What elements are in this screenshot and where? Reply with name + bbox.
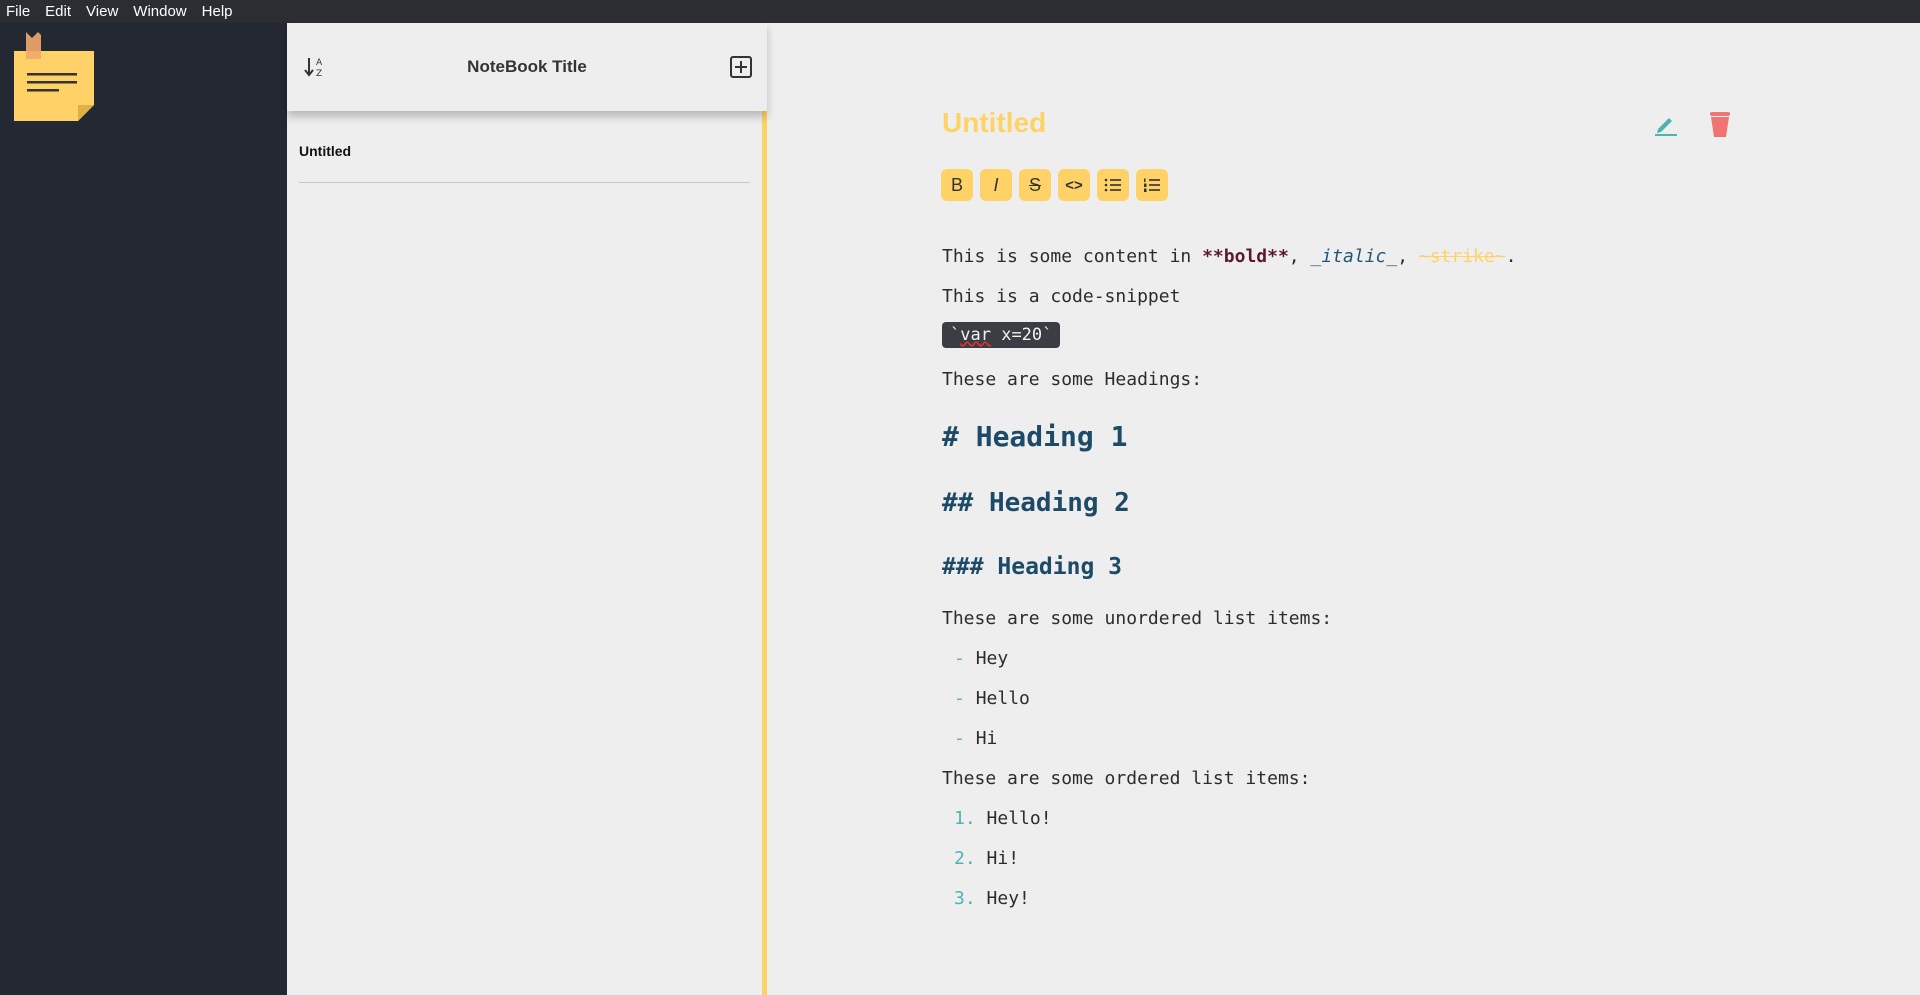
content-line-1: This is some content in **bold**, _itali… [942,246,1516,267]
text-plain: This is some content in [942,246,1203,267]
unordered-list-button[interactable] [1097,169,1129,201]
list-item-text: Hello [975,688,1030,709]
text-period: . [1505,246,1517,267]
content-line-2: This is a code-snippet [942,286,1181,307]
ordered-list-intro: These are some ordered list items: [942,768,1311,789]
list-item-text: Hey! [986,888,1030,909]
ordered-list-button[interactable] [1136,169,1168,201]
menu-view[interactable]: View [86,0,118,23]
unordered-list-icon [1104,178,1121,192]
list-bullet: - [954,728,965,749]
sidebar [0,23,287,995]
add-note-icon[interactable] [728,54,754,80]
italic-button[interactable]: I [980,169,1012,201]
strikethrough-button[interactable]: S [1019,169,1051,201]
list-item-text: Hello! [986,808,1052,829]
heading-2: ## Heading 2 [942,488,1130,518]
svg-text:Z: Z [316,69,322,79]
list-item: - Hi [954,728,997,749]
text-bold: **bold** [1202,246,1289,267]
list-item: 1. Hello! [954,808,1052,829]
trash-icon[interactable] [1706,110,1734,138]
notebook-title: NoteBook Title [467,57,587,76]
list-number: 3. [954,888,976,909]
note-title[interactable]: Untitled [942,107,1046,139]
code-keyword: var [960,325,991,345]
notebook-header: A Z NoteBook Title [287,23,767,111]
text-separator: , [1288,246,1311,267]
menu-help[interactable]: Help [202,0,233,23]
bold-button[interactable]: B [941,169,973,201]
list-item: 2. Hi! [954,848,1019,869]
unordered-list-intro: These are some unordered list items: [942,608,1333,629]
menu-window[interactable]: Window [133,0,186,23]
text-separator: , [1397,246,1419,267]
heading-1: # Heading 1 [942,420,1128,453]
code-tick: ` [950,325,961,345]
list-item-text: Hi [975,728,998,749]
list-bullet: - [954,688,965,709]
menu-file[interactable]: File [6,0,30,23]
strikethrough-label: S [1028,174,1041,195]
code-block: `var x=20` [942,322,1061,348]
code-button[interactable]: <> [1058,169,1090,201]
code-label: <> [1065,176,1083,194]
list-item: - Hey [954,648,1008,669]
sort-az-icon[interactable]: A Z [302,54,328,80]
menu-bar: File Edit View Window Help [0,0,1920,23]
note-list-item-title: Untitled [299,143,352,159]
list-number: 2. [954,848,976,869]
text-strike: ~strike~ [1418,246,1506,267]
ordered-list-icon [1144,178,1160,192]
bold-label: B [950,174,963,195]
note-editor: Untitled B I S <> This is some content i… [767,23,1920,995]
note-list-item[interactable]: Untitled [299,141,750,183]
list-item: 3. Hey! [954,888,1030,909]
menu-edit[interactable]: Edit [45,0,71,23]
note-list-pane: A Z NoteBook Title Untitled [287,23,767,995]
italic-label: I [993,174,999,195]
list-item: - Hello [954,688,1030,709]
format-toolbar: B I S <> [941,169,1175,201]
code-snippet: `var x=20` [942,322,1061,348]
list-bullet: - [954,648,965,669]
svg-text:A: A [316,58,323,68]
list-item-text: Hey [975,648,1009,669]
text-italic: _italic_ [1310,246,1398,267]
list-item-text: Hi! [986,848,1020,869]
edit-icon[interactable] [1651,110,1679,138]
sticky-note-logo-icon [12,29,96,123]
heading-3: ### Heading 3 [942,554,1123,580]
code-rest: x=20` [990,325,1053,345]
content-line-4: These are some Headings: [942,369,1203,390]
list-number: 1. [954,808,976,829]
